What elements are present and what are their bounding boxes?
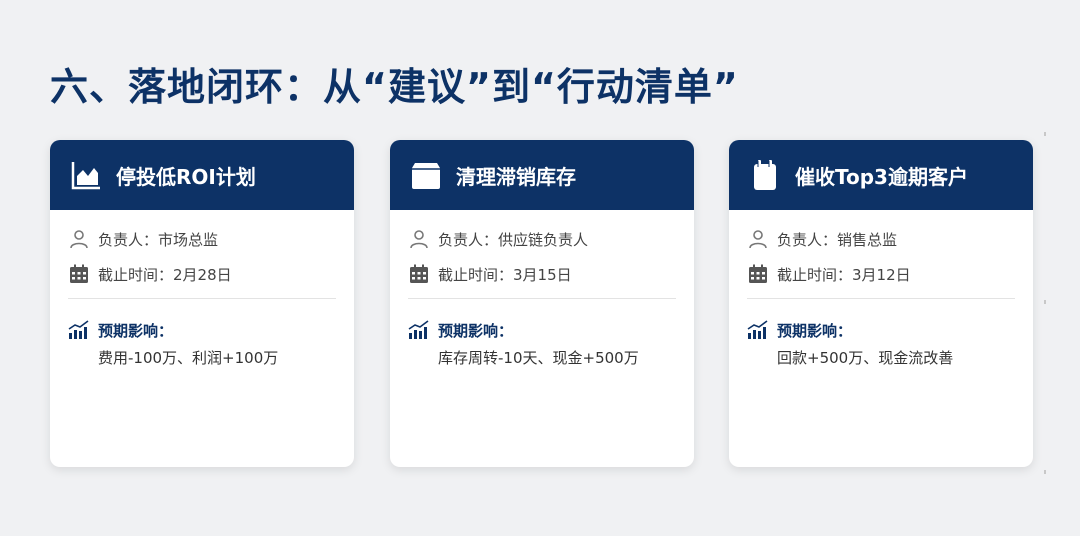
calendar-grid-icon [408,263,430,285]
action-card-1: 停投低ROI计划 负责人：市场总监 截止时间：2月28日 预期影响： 费用-10… [50,140,354,467]
deadline-text: 截止时间：3月12日 [777,265,911,284]
owner-text: 负责人：销售总监 [777,230,898,249]
impact-label: 预期影响： [438,322,514,340]
owner-row: 负责人：市场总监 [68,228,336,250]
divider [747,298,1015,299]
slide: 六、落地闭环：从“建议”到“行动清单” 停投低ROI计划 负责人：市场总监 截止… [0,0,1080,536]
deadline-row: 截止时间：3月15日 [408,263,676,285]
deadline-text: 截止时间：3月15日 [438,265,572,284]
bar-chart-icon [408,319,430,341]
card-title: 停投低ROI计划 [116,164,256,189]
card-title: 催收Top3逾期客户 [795,164,968,189]
impact-label: 预期影响： [777,322,853,340]
impact-heading: 预期影响： [747,319,1015,341]
bar-chart-icon [68,319,90,341]
area-chart-icon [70,159,102,191]
divider [408,298,676,299]
bar-chart-icon [747,319,769,341]
card-header: 清理滞销库存 [390,140,694,210]
edge-marker [1044,300,1046,304]
deadline-text: 截止时间：2月28日 [98,265,232,284]
calendar-grid-icon [68,263,90,285]
divider [68,298,336,299]
deadline-row: 截止时间：3月12日 [747,263,1015,285]
user-icon [68,228,90,250]
card-header: 催收Top3逾期客户 [729,140,1033,210]
user-icon [408,228,430,250]
user-icon [747,228,769,250]
deadline-row: 截止时间：2月28日 [68,263,336,285]
calendar-grid-icon [747,263,769,285]
owner-text: 负责人：供应链负责人 [438,230,589,249]
box-icon [410,159,442,191]
impact-heading: 预期影响： [408,319,676,341]
impact-text: 库存周转-10天、现金+500万 [438,349,639,367]
card-header: 停投低ROI计划 [50,140,354,210]
page-title: 六、落地闭环：从“建议”到“行动清单” [50,65,739,109]
impact-text: 费用-100万、利润+100万 [98,349,279,367]
edge-marker [1044,470,1046,474]
edge-marker [1044,132,1046,136]
card-title: 清理滞销库存 [456,164,576,189]
owner-row: 负责人：销售总监 [747,228,1015,250]
calendar-icon [749,159,781,191]
owner-row: 负责人：供应链负责人 [408,228,676,250]
impact-heading: 预期影响： [68,319,336,341]
owner-text: 负责人：市场总监 [98,230,219,249]
impact-text: 回款+500万、现金流改善 [777,349,954,367]
impact-label: 预期影响： [98,322,174,340]
action-card-2: 清理滞销库存 负责人：供应链负责人 截止时间：3月15日 预期影响： 库存周转-… [390,140,694,467]
action-card-3: 催收Top3逾期客户 负责人：销售总监 截止时间：3月12日 预期影响： 回款+… [729,140,1033,467]
